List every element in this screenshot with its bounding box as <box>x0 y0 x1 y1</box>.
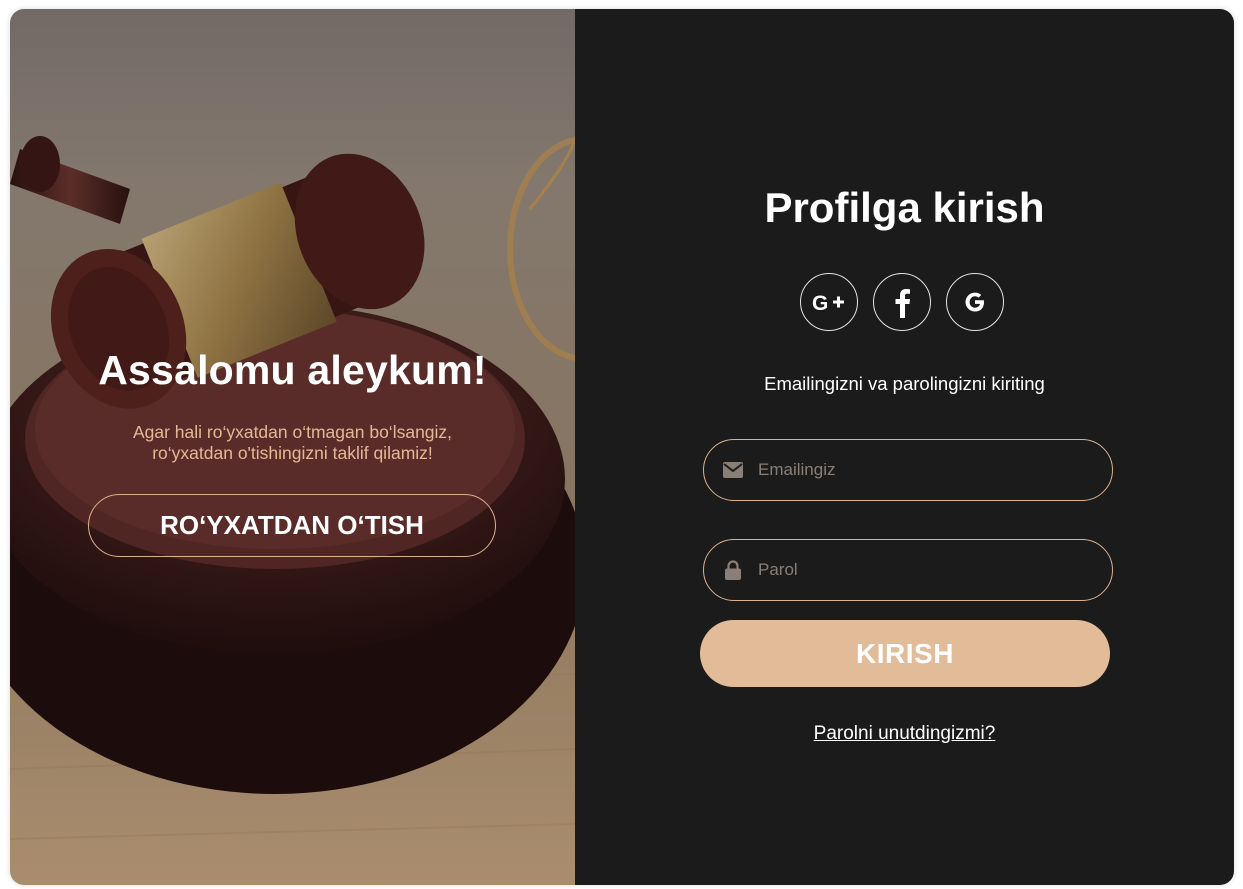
password-input[interactable] <box>756 559 1112 581</box>
email-input[interactable] <box>756 459 1112 481</box>
login-title: Profilga kirish <box>764 184 1045 231</box>
svg-text:G: G <box>812 292 828 313</box>
lock-icon <box>722 559 744 581</box>
google-plus-icon: G <box>812 292 844 313</box>
welcome-heading: Assalomu aleykum! <box>98 347 487 393</box>
google-button[interactable] <box>946 273 1004 331</box>
invitation-line-1: Agar hali ro‘yxatdan o‘tmagan bo‘lsangiz… <box>132 422 453 442</box>
welcome-panel: Assalomu aleykum! Agar hali ro‘yxatdan o… <box>10 9 575 885</box>
facebook-icon <box>895 289 910 318</box>
mail-icon <box>722 459 744 481</box>
social-login-group: G <box>800 273 1004 331</box>
password-field[interactable] <box>703 539 1113 601</box>
invitation-line-2: ro‘yxatdan o'tishingizni taklif qilamiz! <box>152 443 433 463</box>
google-plus-button[interactable]: G <box>800 273 858 331</box>
facebook-button[interactable] <box>873 273 931 331</box>
auth-card: Assalomu aleykum! Agar hali ro‘yxatdan o… <box>10 9 1234 885</box>
signup-invitation: Agar hali ro‘yxatdan o‘tmagan bo‘lsangiz… <box>10 422 575 464</box>
signup-button[interactable]: RO‘YXATDAN O‘TISH <box>88 494 496 557</box>
google-icon <box>965 292 984 312</box>
email-field[interactable] <box>703 439 1113 501</box>
login-hint: Emailingizni va parolingizni kiriting <box>764 373 1045 394</box>
login-button[interactable]: KIRISH <box>700 620 1110 687</box>
login-panel: Profilga kirish G Emailingizni va paroli… <box>575 9 1234 885</box>
forgot-password-link[interactable]: Parolni unutdingizmi? <box>575 723 1234 745</box>
